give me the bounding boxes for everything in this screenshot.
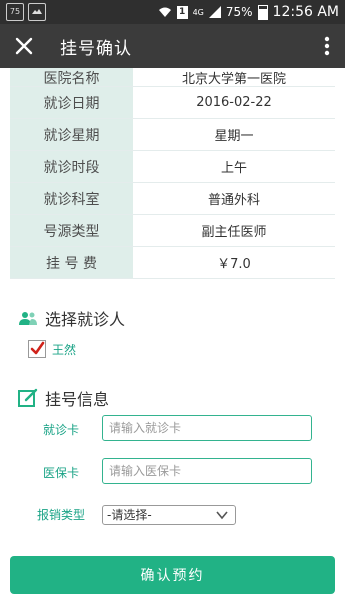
info-value: 上午 bbox=[220, 161, 247, 176]
confirm-appointment-button[interactable]: 确认预约 bbox=[10, 556, 335, 594]
insurance-field-row: 医保卡 bbox=[0, 458, 345, 486]
info-row-department: 就诊科室 普通外科 bbox=[10, 183, 335, 215]
info-row-fee: 挂 号 费 ￥7.0 bbox=[10, 247, 335, 279]
info-row-date: 就诊日期 2016-02-22 bbox=[10, 87, 335, 119]
users-icon bbox=[19, 312, 37, 325]
card-field-row: 就诊卡 bbox=[0, 415, 345, 443]
info-value: 普通外科 bbox=[207, 193, 260, 208]
reimbursement-selected: -请选择- bbox=[107, 508, 152, 522]
battery-percent: 75% bbox=[225, 5, 253, 19]
registration-section-header: 挂号信息 bbox=[18, 386, 109, 410]
info-value: 北京大学第一医院 bbox=[181, 72, 286, 86]
notification-icon: 75 bbox=[6, 3, 24, 21]
reimbursement-label: 报销类型 bbox=[36, 508, 85, 522]
patient-name: 王然 bbox=[52, 342, 77, 357]
info-row-weekday: 就诊星期 星期一 bbox=[10, 119, 335, 151]
info-value: 2016-02-22 bbox=[196, 95, 272, 110]
clock: 12:56 AM bbox=[272, 4, 339, 20]
reimbursement-select[interactable]: -请选择- bbox=[102, 505, 236, 525]
chevron-down-icon bbox=[216, 511, 228, 520]
insurance-input[interactable] bbox=[102, 458, 312, 484]
close-icon bbox=[15, 37, 33, 55]
patient-section-title: 选择就诊人 bbox=[45, 310, 126, 329]
registration-section-title: 挂号信息 bbox=[45, 390, 110, 409]
appointment-info-table: 医院名称 北京大学第一医院 就诊日期 2016-02-22 就诊星期 星期一 就… bbox=[10, 68, 335, 279]
edit-icon bbox=[18, 388, 38, 407]
app-bar: 挂号确认 bbox=[0, 24, 345, 68]
info-label: 就诊星期 bbox=[10, 119, 133, 150]
info-label: 就诊科室 bbox=[10, 183, 133, 214]
info-value: 星期一 bbox=[214, 129, 254, 144]
info-row-source-type: 号源类型 副主任医师 bbox=[10, 215, 335, 247]
card-label: 就诊卡 bbox=[42, 423, 79, 437]
info-label: 就诊日期 bbox=[10, 87, 133, 118]
checkmark-icon bbox=[30, 341, 45, 355]
patient-option[interactable]: 王然 bbox=[28, 340, 76, 358]
network-type: 4G bbox=[192, 7, 204, 17]
insurance-label: 医保卡 bbox=[42, 466, 79, 480]
sim-icon: 1 bbox=[176, 5, 188, 19]
info-value: 副主任医师 bbox=[201, 225, 267, 240]
card-input[interactable] bbox=[102, 415, 312, 441]
image-notification-icon bbox=[28, 3, 46, 21]
info-label: 医院名称 bbox=[10, 68, 133, 86]
status-bar: 75 1 4G 75% 12:56 AM bbox=[0, 0, 345, 24]
info-row-hospital: 医院名称 北京大学第一医院 bbox=[10, 68, 335, 87]
info-label: 号源类型 bbox=[10, 215, 133, 246]
wifi-icon bbox=[158, 7, 171, 17]
info-label: 就诊时段 bbox=[10, 151, 133, 182]
info-value: ￥7.0 bbox=[217, 257, 251, 272]
more-vertical-icon bbox=[324, 36, 330, 56]
close-button[interactable] bbox=[12, 34, 36, 58]
info-row-period: 就诊时段 上午 bbox=[10, 151, 335, 183]
info-label: 挂 号 费 bbox=[10, 247, 133, 278]
battery-icon bbox=[257, 4, 268, 20]
more-menu-button[interactable] bbox=[323, 34, 331, 58]
patient-checkbox[interactable] bbox=[28, 340, 46, 358]
reimbursement-field-row: 报销类型 -请选择- bbox=[0, 503, 345, 531]
page-title: 挂号确认 bbox=[60, 39, 132, 59]
patient-section-header: 选择就诊人 bbox=[18, 306, 125, 330]
signal-icon bbox=[208, 6, 221, 18]
